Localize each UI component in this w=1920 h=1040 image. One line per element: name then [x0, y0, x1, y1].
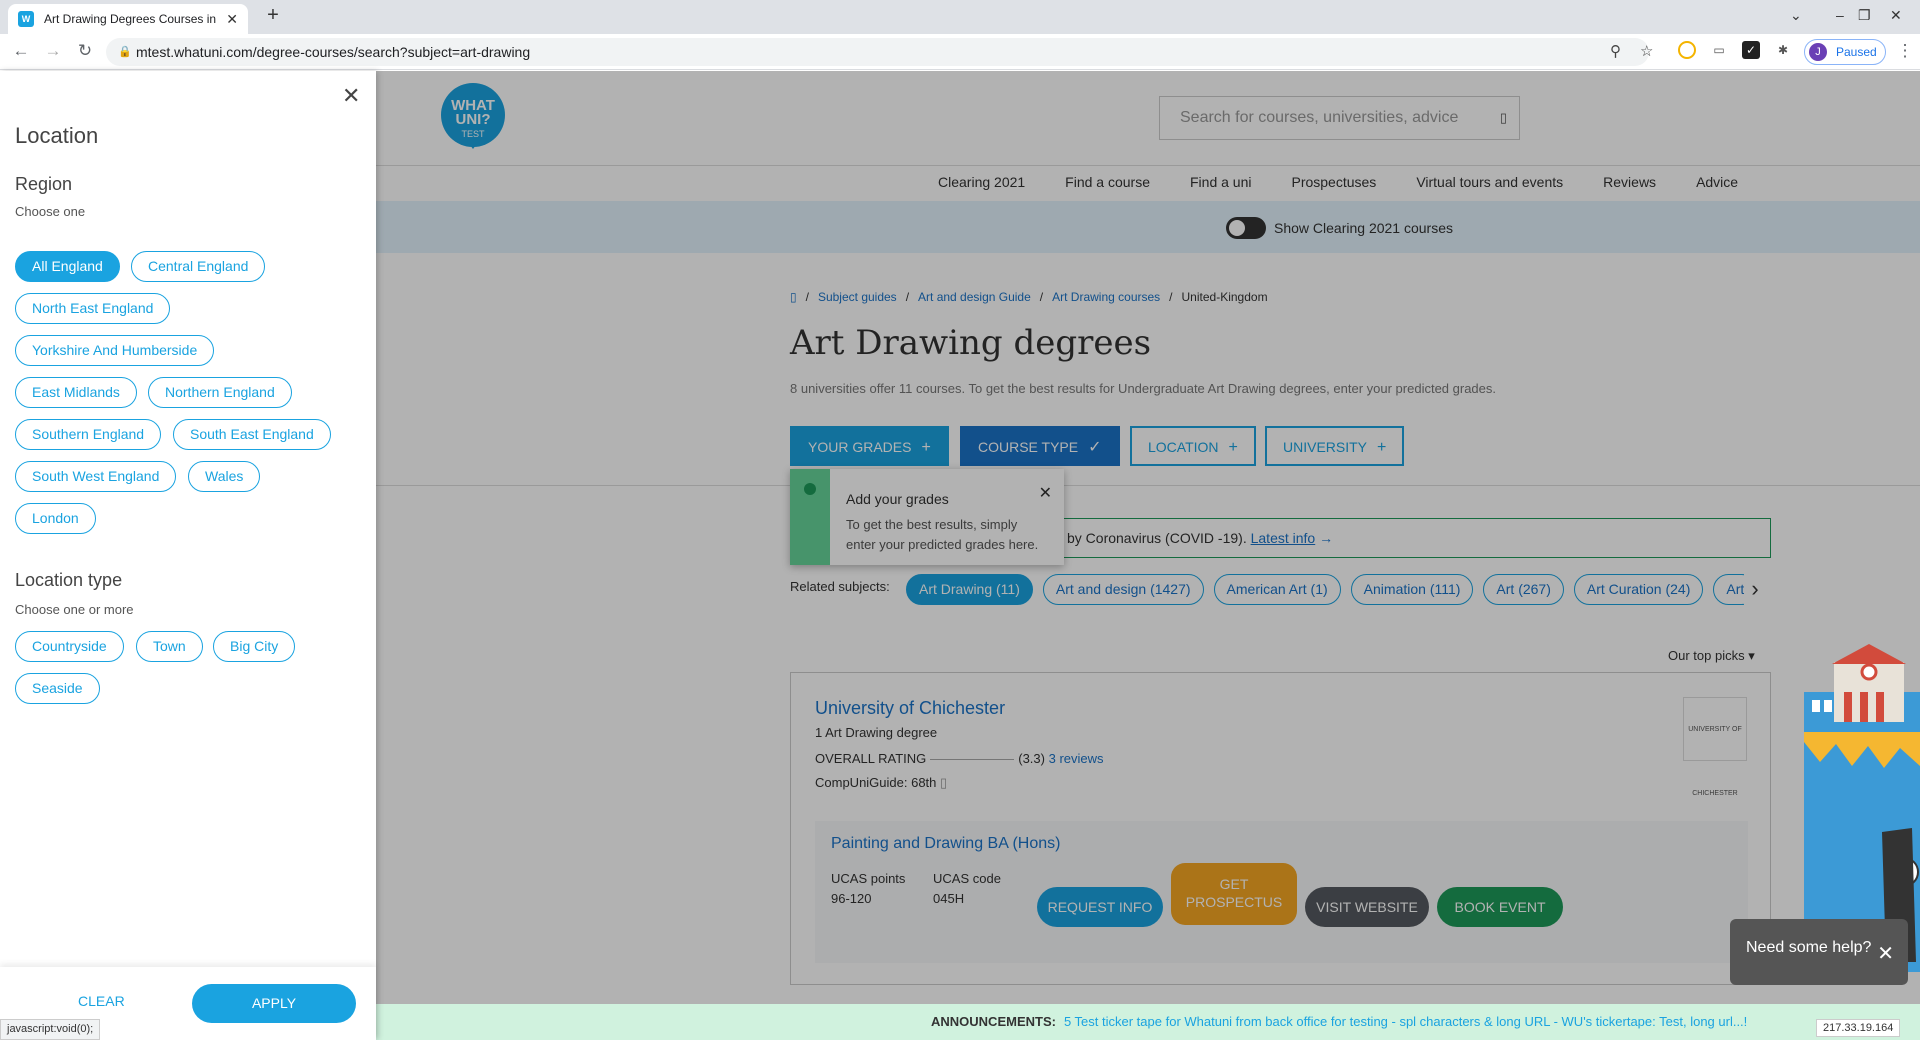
- browser-tab-strip: W Art Drawing Degrees Courses in U ✕ + ⌄…: [0, 0, 1920, 34]
- more-menu-icon[interactable]: ⋮: [1894, 41, 1916, 61]
- url-text: mtest.whatuni.com/degree-courses/search?…: [136, 44, 531, 60]
- region-south-east-england[interactable]: South East England: [173, 419, 331, 450]
- puzzle-icon[interactable]: ✱: [1774, 41, 1792, 59]
- clear-button[interactable]: CLEAR: [78, 993, 125, 1009]
- back-icon[interactable]: ←: [10, 41, 32, 61]
- address-bar-row: ← → ↻ 🔒 mtest.whatuni.com/degree-courses…: [0, 34, 1920, 70]
- region-all-england[interactable]: All England: [15, 251, 120, 282]
- close-tab-icon[interactable]: ✕: [226, 11, 238, 28]
- region-heading: Region: [15, 174, 73, 194]
- avatar: J: [1809, 43, 1827, 61]
- type-countryside[interactable]: Countryside: [15, 631, 124, 662]
- region-hint: Choose one: [15, 204, 86, 219]
- new-tab-button[interactable]: +: [260, 4, 286, 30]
- type-big-city[interactable]: Big City: [213, 631, 296, 662]
- ticker-text[interactable]: 5 Test ticker tape for Whatuni from back…: [1064, 1014, 1747, 1029]
- close-window-icon[interactable]: ✕: [1890, 0, 1902, 30]
- location-filter-panel: ✕ Location Region Choose one All England…: [0, 71, 376, 1040]
- region-southern-england[interactable]: Southern England: [15, 419, 162, 450]
- bookmark-star-icon[interactable]: ☆: [1640, 38, 1653, 66]
- profile-status: Paused: [1836, 45, 1877, 59]
- chrome-extension-icon[interactable]: [1678, 41, 1696, 59]
- ip-badge: 217.33.19.164: [1816, 1019, 1901, 1037]
- region-wales[interactable]: Wales: [188, 461, 261, 492]
- location-type-hint: Choose one or more: [15, 602, 134, 617]
- location-icon[interactable]: ⚲: [1610, 38, 1621, 66]
- browser-tab[interactable]: W Art Drawing Degrees Courses in U ✕: [8, 4, 248, 34]
- location-type-heading: Location type: [15, 570, 123, 590]
- reload-icon[interactable]: ↻: [74, 41, 96, 61]
- type-seaside[interactable]: Seaside: [15, 673, 100, 704]
- close-icon[interactable]: ✕: [1877, 941, 1894, 966]
- maximize-icon[interactable]: ❐: [1858, 0, 1871, 30]
- apply-button[interactable]: APPLY: [192, 984, 356, 1023]
- ticker-label: ANNOUNCEMENTS:: [931, 1014, 1056, 1029]
- region-north-east-england[interactable]: North East England: [15, 293, 171, 324]
- wu-favicon-icon: W: [18, 11, 34, 27]
- region-south-west-england[interactable]: South West England: [15, 461, 177, 492]
- url-field[interactable]: 🔒 mtest.whatuni.com/degree-courses/searc…: [106, 38, 1653, 66]
- tab-search-icon[interactable]: ⌄: [1790, 0, 1802, 30]
- extension-card-icon[interactable]: ▭: [1710, 41, 1728, 59]
- profile-button[interactable]: J Paused: [1804, 39, 1886, 65]
- region-central-england[interactable]: Central England: [131, 251, 266, 282]
- status-bar-url: javascript:void(0);: [0, 1019, 101, 1040]
- tab-title: Art Drawing Degrees Courses in U: [44, 12, 221, 26]
- close-icon[interactable]: ✕: [342, 83, 360, 109]
- region-london[interactable]: London: [15, 503, 96, 534]
- extensions-bar: ▭ ✓ ✱: [1678, 41, 1806, 59]
- minimize-icon[interactable]: –: [1836, 0, 1844, 30]
- modal-backdrop[interactable]: [376, 71, 1920, 1040]
- lock-icon: 🔒: [118, 46, 132, 58]
- region-east-midlands[interactable]: East Midlands: [15, 377, 137, 408]
- extension-dark-icon[interactable]: ✓: [1742, 41, 1760, 59]
- forward-icon[interactable]: →: [42, 41, 64, 61]
- announcement-ticker: ANNOUNCEMENTS: 5 Test ticker tape for Wha…: [376, 1004, 1920, 1040]
- panel-title: Location: [15, 123, 99, 148]
- region-northern-england[interactable]: Northern England: [148, 377, 292, 408]
- type-town[interactable]: Town: [136, 631, 203, 662]
- help-label: Need some help?: [1746, 939, 1872, 956]
- help-widget[interactable]: Need some help? ✕: [1730, 919, 1908, 985]
- region-yorkshire-humberside[interactable]: Yorkshire And Humberside: [15, 335, 215, 366]
